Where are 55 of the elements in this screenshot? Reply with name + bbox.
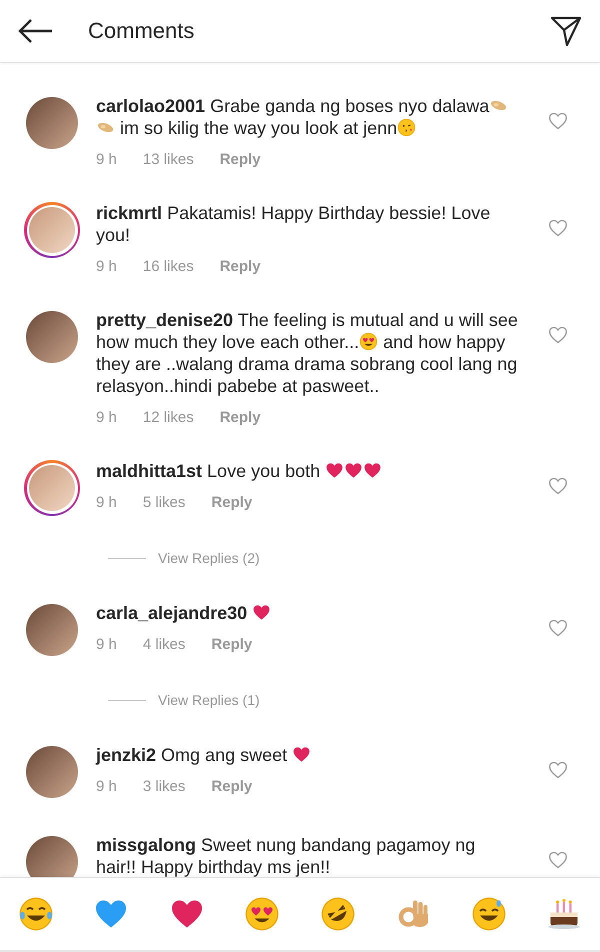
heart-icon (344, 461, 364, 480)
username-link[interactable]: missgalong (96, 835, 196, 855)
heart-icon (325, 461, 344, 480)
reply-link[interactable]: Reply (211, 636, 252, 653)
comment-text: missgalong Sweet nung bandang pagamoy ng hair!! Happy birthday ms jen!! (96, 834, 476, 877)
avatar[interactable] (26, 836, 78, 877)
avatar[interactable] (26, 311, 78, 363)
view-replies-link[interactable]: View Replies (1) (158, 692, 260, 708)
reply-link[interactable]: Reply (211, 778, 252, 795)
heart-icon (292, 745, 312, 764)
comment-text: maldhitta1st Love you both (96, 460, 518, 482)
likes-count[interactable]: 12 likes (142, 409, 194, 426)
likes-count[interactable]: 4 likes (142, 636, 186, 653)
comment-time: 9 h (96, 778, 117, 795)
likes-count[interactable]: 16 likes (142, 258, 194, 275)
comment-time: 9 h (96, 494, 117, 511)
heart-icon (363, 461, 382, 480)
reply-link[interactable]: Reply (220, 151, 261, 168)
username-link[interactable]: carla_alejandre30 (96, 603, 248, 623)
heart-icon (252, 603, 272, 622)
comment-text: carlolao2001 Grabe ganda ng boses nyo dalawa im so kilig the way you look at jenn (96, 95, 518, 139)
like-heart-icon[interactable] (548, 476, 568, 496)
avatar[interactable] (26, 746, 78, 798)
like-heart-icon[interactable] (548, 111, 568, 131)
comment-time: 9 h (96, 636, 117, 653)
view-replies-link[interactable]: View Replies (2) (158, 550, 260, 566)
comment-time: 9 h (96, 409, 117, 426)
likes-count[interactable]: 5 likes (142, 494, 186, 511)
like-heart-icon[interactable] (548, 850, 568, 870)
reply-link[interactable]: Reply (220, 409, 261, 426)
reply-link[interactable]: Reply (211, 494, 252, 511)
likes-count[interactable]: 3 likes (142, 778, 186, 795)
username-link[interactable]: rickmrtl (96, 203, 162, 223)
send-icon[interactable] (550, 15, 582, 47)
back-arrow-icon[interactable] (18, 18, 54, 44)
username-link[interactable]: pretty_denise20 (96, 310, 234, 330)
kissing-face-icon (397, 118, 416, 137)
like-heart-icon[interactable] (548, 760, 568, 780)
avatar[interactable] (26, 97, 78, 149)
comment-time: 9 h (96, 258, 117, 275)
like-heart-icon[interactable] (548, 325, 568, 345)
reply-link[interactable]: Reply (220, 258, 261, 275)
comment-text: jenzki2 Omg ang sweet (96, 744, 518, 766)
comment-text: rickmrtl Pakatamis! Happy Birthday bessie! Love you! (96, 202, 492, 246)
avatar[interactable] (26, 604, 78, 656)
page-title: Comments (88, 18, 196, 44)
comment-time: 9 h (96, 151, 117, 168)
likes-count[interactable]: 13 likes (142, 151, 194, 168)
like-heart-icon[interactable] (548, 618, 568, 638)
like-heart-icon[interactable] (548, 218, 568, 238)
username-link[interactable]: maldhitta1st (96, 461, 202, 481)
heart-eyes-face-icon (359, 332, 378, 351)
username-link[interactable]: carlolao2001 (96, 96, 206, 116)
comment-text: pretty_denise20 The feeling is mutual and u will see how much they love each other... and how happy they are ..walang drama drama sobrang cool lang ng relasyon..hindi pabebe at pasweet.. (96, 309, 518, 397)
username-link[interactable]: jenzki2 (96, 745, 156, 765)
